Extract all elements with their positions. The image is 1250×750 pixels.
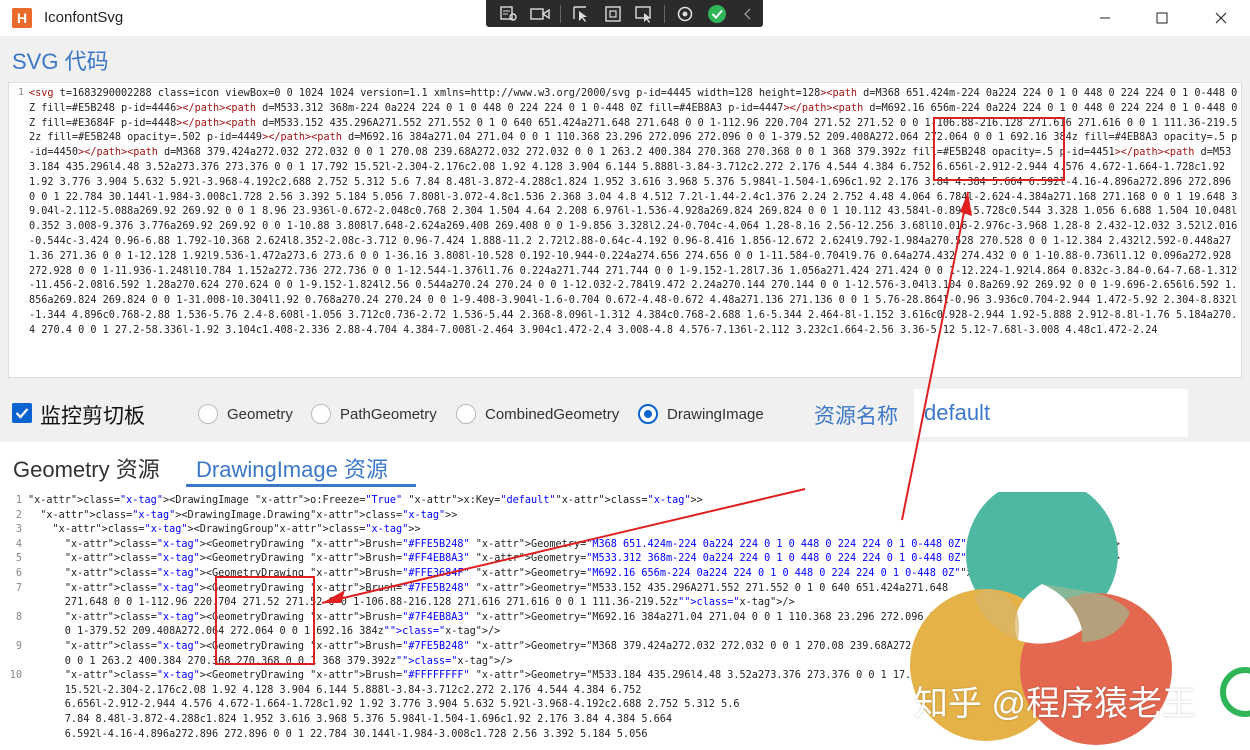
close-icon <box>1215 12 1227 24</box>
radio-drawing-image-label[interactable]: DrawingImage <box>667 406 764 423</box>
screenshot-settings-icon[interactable] <box>494 3 524 25</box>
active-tab-indicator <box>186 484 416 487</box>
app-logo-icon: H <box>12 8 32 28</box>
line-number: 1 <box>17 87 24 98</box>
svg-code-heading: SVG 代码 <box>12 49 109 74</box>
record-icon[interactable] <box>526 3 556 25</box>
app-window: H IconfontSvg SVG 代码 1 <svg t=1683290002… <box>0 0 1250 750</box>
maximize-icon <box>1156 12 1168 24</box>
resource-name-label: 资源名称 <box>814 405 898 428</box>
refresh-icon[interactable] <box>670 3 700 25</box>
monitor-clipboard-label[interactable]: 监控剪切板 <box>40 400 145 430</box>
select-pointer-icon[interactable] <box>566 3 596 25</box>
minimize-button[interactable] <box>1082 4 1128 32</box>
radio-combined-geometry[interactable] <box>456 404 476 424</box>
check-circle-icon[interactable] <box>702 3 732 25</box>
region-icon[interactable] <box>598 3 628 25</box>
toolbar-separator <box>560 4 562 23</box>
partial-badge-icon <box>1220 667 1250 717</box>
tab-geometry-resource[interactable]: Geometry 资源 <box>13 452 160 484</box>
tab-drawingimage-resource[interactable]: DrawingImage 资源 <box>196 452 388 484</box>
svg-code-text[interactable]: <svg t=1683290002288 class=icon viewBox=… <box>29 87 1239 339</box>
resource-tabs: Geometry 资源 DrawingImage 资源 <box>0 442 1250 492</box>
monitor-clipboard-checkbox[interactable] <box>12 403 32 423</box>
radio-path-geometry-label[interactable]: PathGeometry <box>340 406 437 423</box>
radio-path-geometry[interactable] <box>311 404 331 424</box>
resource-name-input[interactable] <box>914 389 1188 437</box>
close-button[interactable] <box>1198 4 1244 32</box>
svg-code-editor[interactable]: 1 <svg t=1683290002288 class=icon viewBo… <box>8 82 1242 378</box>
maximize-button[interactable] <box>1139 4 1185 32</box>
title-bar: H IconfontSvg <box>0 0 1250 36</box>
watermark-text: 知乎 @程序猿老王 <box>914 685 1196 723</box>
floating-toolbar <box>486 0 763 27</box>
radio-drawing-image[interactable] <box>638 404 658 424</box>
checkmark-icon <box>15 408 29 419</box>
window-title: IconfontSvg <box>44 9 124 26</box>
xaml-line-numbers: 1 2 3 4 5 6 7 8 9 10 <box>9 495 22 682</box>
minimize-icon <box>1100 17 1110 19</box>
xaml-code-text[interactable]: "x-attr">class="x-tag"><DrawingImage "x-… <box>28 494 1120 742</box>
window-select-icon[interactable] <box>629 3 659 25</box>
radio-combined-geometry-label[interactable]: CombinedGeometry <box>485 406 619 423</box>
radio-geometry[interactable] <box>198 404 218 424</box>
toolbar-separator <box>664 4 666 23</box>
radio-geometry-label[interactable]: Geometry <box>227 406 293 423</box>
collapse-left-icon[interactable] <box>733 3 763 25</box>
